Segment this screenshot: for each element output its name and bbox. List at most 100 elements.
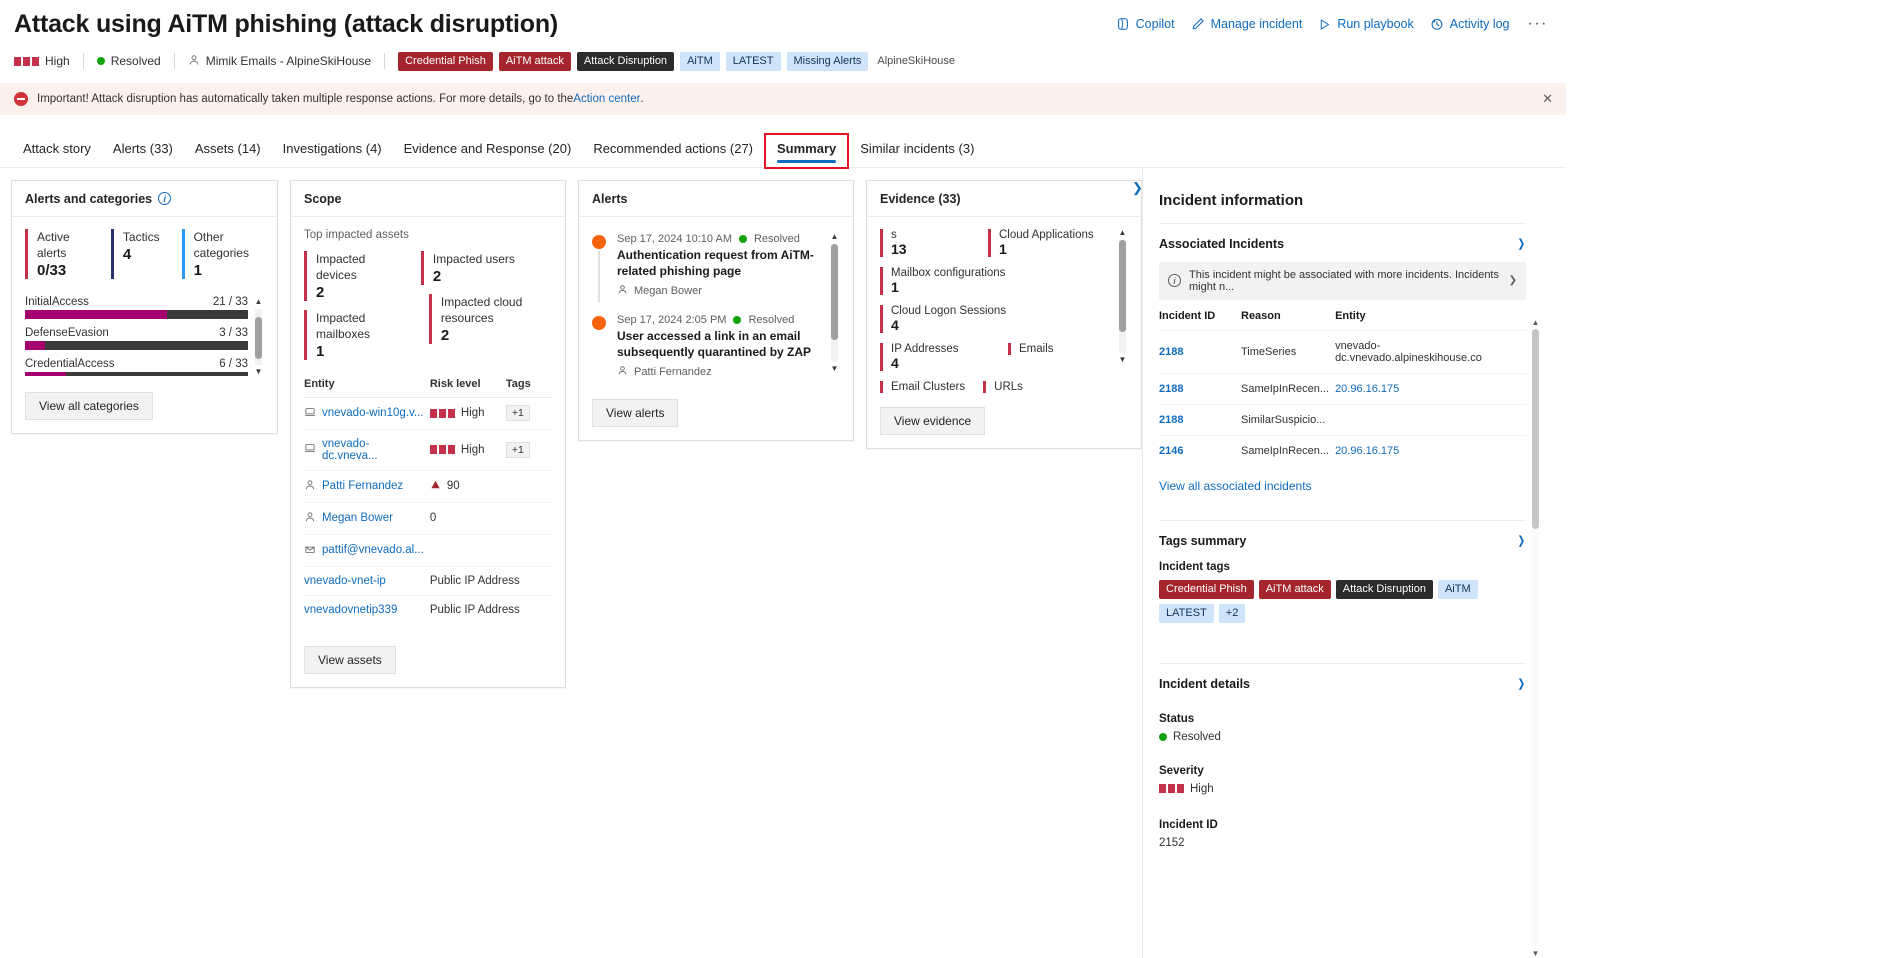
- incident-id-link[interactable]: 2188: [1159, 346, 1183, 358]
- more-options-button[interactable]: ···: [1526, 20, 1550, 28]
- chevron-up-icon[interactable]: ❭: [1517, 237, 1526, 250]
- entity-link[interactable]: 20.96.16.175: [1335, 383, 1399, 395]
- incident-id-link[interactable]: 2146: [1159, 445, 1183, 457]
- evidence-scrollbar[interactable]: ▲ ▼: [1117, 229, 1128, 364]
- table-row[interactable]: vnevado-vnet-ip Public IP Address: [304, 566, 552, 595]
- scroll-up-icon[interactable]: ▲: [1119, 229, 1127, 237]
- view-assets-button[interactable]: View assets: [304, 646, 396, 674]
- notice-text: This incident might be associated with m…: [1189, 269, 1501, 293]
- user-icon: [304, 479, 316, 494]
- incident-tag-overflow[interactable]: +2: [1219, 604, 1246, 623]
- tag-overflow-badge[interactable]: +1: [506, 405, 530, 421]
- scroll-down-icon[interactable]: ▼: [255, 368, 263, 376]
- associated-incidents-header[interactable]: Associated Incidents ❭: [1159, 237, 1526, 251]
- close-icon[interactable]: ✕: [1542, 91, 1553, 107]
- tab-recommended-actions[interactable]: Recommended actions (27): [582, 135, 764, 167]
- tab-alerts[interactable]: Alerts (33): [102, 135, 184, 167]
- tag-overflow-badge[interactable]: +1: [506, 442, 530, 458]
- view-evidence-button[interactable]: View evidence: [880, 407, 985, 435]
- table-row[interactable]: 2188 SameIpInRecen... 20.96.16.175: [1159, 373, 1526, 404]
- stat-label: Impacted mailboxes: [316, 310, 403, 342]
- list-item[interactable]: Sep 17, 2024 10:10 AM Resolved Authentic…: [592, 233, 822, 314]
- association-notice: i This incident might be associated with…: [1159, 262, 1526, 300]
- alert-title[interactable]: Authentication request from AiTM-related…: [617, 248, 822, 280]
- run-playbook-button[interactable]: Run playbook: [1318, 17, 1413, 31]
- table-row[interactable]: vnevado-win10g.v... High +1: [304, 397, 552, 429]
- table-row[interactable]: 2146 SameIpInRecen... 20.96.16.175: [1159, 435, 1526, 466]
- entity-link[interactable]: vnevadovnetip339: [304, 604, 397, 616]
- scroll-up-icon[interactable]: ▲: [831, 233, 839, 241]
- tab-evidence-and-response[interactable]: Evidence and Response (20): [393, 135, 583, 167]
- tab-assets[interactable]: Assets (14): [184, 135, 272, 167]
- scroll-down-icon[interactable]: ▼: [1531, 949, 1540, 958]
- table-row[interactable]: 2188 SimilarSuspicio...: [1159, 404, 1526, 435]
- entity-link[interactable]: vnevado-win10g.v...: [322, 407, 423, 419]
- incident-tag[interactable]: AlpineSkiHouse: [874, 52, 962, 71]
- copilot-button[interactable]: Copilot: [1116, 17, 1175, 31]
- incident-tag[interactable]: Attack Disruption: [577, 52, 674, 71]
- view-all-associated-incidents-link[interactable]: View all associated incidents: [1159, 479, 1526, 493]
- alert-user-label: Patti Fernandez: [634, 366, 712, 378]
- view-all-categories-button[interactable]: View all categories: [25, 392, 153, 420]
- incident-tag[interactable]: LATEST: [1159, 604, 1214, 623]
- table-row[interactable]: vnevado-dc.vneva... High +1: [304, 429, 552, 470]
- incident-tag[interactable]: AiTM attack: [499, 52, 571, 71]
- tags-summary-header[interactable]: Tags summary ❭: [1159, 534, 1526, 548]
- incident-tag[interactable]: Credential Phish: [398, 52, 493, 71]
- table-row[interactable]: vnevadovnetip339 Public IP Address: [304, 595, 552, 624]
- chevron-down-icon[interactable]: ❯: [1509, 275, 1517, 286]
- tab-attack-story[interactable]: Attack story: [12, 135, 102, 167]
- info-icon[interactable]: i: [158, 192, 171, 205]
- entity-link[interactable]: pattif@vnevado.al...: [322, 544, 424, 556]
- status-badge: Resolved: [84, 54, 174, 68]
- chevron-right-icon[interactable]: ❯: [1132, 180, 1143, 196]
- evidence-stat: Cloud Logon Sessions 4: [880, 305, 1006, 333]
- scroll-up-icon[interactable]: ▲: [255, 298, 263, 306]
- incident-details-header[interactable]: Incident details ❭: [1159, 677, 1526, 691]
- entity-link[interactable]: Megan Bower: [322, 512, 393, 524]
- scroll-up-icon[interactable]: ▲: [1531, 318, 1540, 327]
- stat-value: 0/33: [37, 262, 89, 279]
- category-scrollbar[interactable]: ▲ ▼: [253, 298, 264, 376]
- scroll-down-icon[interactable]: ▼: [831, 365, 839, 373]
- incident-id-link[interactable]: 2188: [1159, 383, 1183, 395]
- action-center-link[interactable]: Action center: [573, 93, 640, 105]
- manage-incident-button[interactable]: Manage incident: [1191, 17, 1303, 31]
- incident-tag[interactable]: Attack Disruption: [1336, 580, 1433, 599]
- panel-scrollbar[interactable]: ▲ ▼: [1531, 318, 1540, 958]
- alerts-scrollbar[interactable]: ▲ ▼: [829, 233, 840, 373]
- alert-title[interactable]: User accessed a link in an email subsequ…: [617, 329, 822, 361]
- chevron-up-icon[interactable]: ❭: [1517, 534, 1526, 547]
- activity-log-button[interactable]: Activity log: [1430, 17, 1510, 31]
- tab-investigations[interactable]: Investigations (4): [272, 135, 393, 167]
- entity-link[interactable]: 20.96.16.175: [1335, 445, 1399, 457]
- entity-link[interactable]: Patti Fernandez: [322, 480, 403, 492]
- tab-similar-incidents[interactable]: Similar incidents (3): [849, 135, 985, 167]
- detail-value: High: [1159, 783, 1526, 795]
- view-alerts-button[interactable]: View alerts: [592, 399, 678, 427]
- tab-summary[interactable]: Summary: [766, 135, 847, 167]
- section-title: Associated Incidents: [1159, 237, 1284, 251]
- incident-tag[interactable]: AiTM attack: [1259, 580, 1331, 599]
- list-item[interactable]: Sep 17, 2024 2:05 PM Resolved User acces…: [592, 314, 822, 383]
- table-row[interactable]: Patti Fernandez 90: [304, 470, 552, 502]
- detail-key: Severity: [1159, 765, 1526, 777]
- status-dot-icon: [1159, 733, 1167, 741]
- incident-tag[interactable]: AiTM: [1438, 580, 1478, 599]
- scroll-down-icon[interactable]: ▼: [1119, 356, 1127, 364]
- table-row[interactable]: 2188 TimeSeries vnevado-dc.vnevado.alpin…: [1159, 330, 1526, 373]
- incident-tag[interactable]: LATEST: [726, 52, 781, 71]
- chevron-up-icon[interactable]: ❭: [1517, 677, 1526, 690]
- status-dot-icon: [739, 235, 747, 243]
- table-row[interactable]: Megan Bower 0: [304, 502, 552, 534]
- entity-link[interactable]: vnevado-dc.vneva...: [322, 438, 424, 462]
- alert-user: Megan Bower: [617, 284, 822, 298]
- incident-id-link[interactable]: 2188: [1159, 414, 1183, 426]
- stat-other-categories: Other categories 1: [182, 229, 264, 279]
- table-row[interactable]: pattif@vnevado.al...: [304, 534, 552, 566]
- entity-link[interactable]: vnevado-vnet-ip: [304, 575, 386, 587]
- incident-tag[interactable]: Credential Phish: [1159, 580, 1254, 599]
- incident-tag[interactable]: AiTM: [680, 52, 720, 71]
- banner-text: Important! Attack disruption has automat…: [37, 93, 573, 105]
- incident-tag[interactable]: Missing Alerts: [787, 52, 869, 71]
